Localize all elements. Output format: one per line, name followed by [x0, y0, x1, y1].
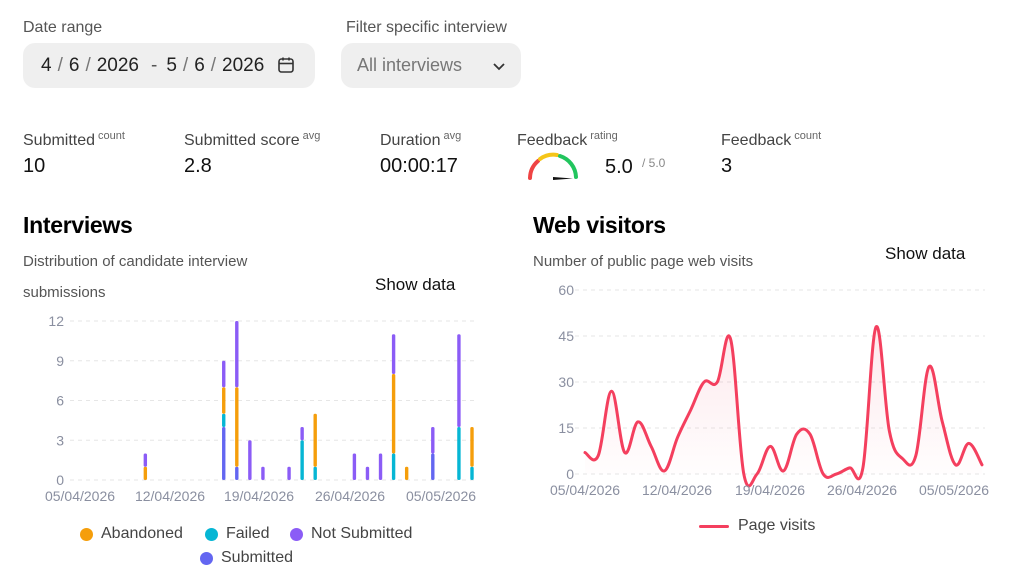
legend-not-submitted[interactable]: Not Submitted	[290, 525, 412, 543]
x-tick-label: 05/05/2026	[406, 488, 476, 504]
interview-filter-label: Filter specific interview	[346, 19, 507, 36]
start-month[interactable]: 4	[41, 55, 52, 77]
feedback-rating-gauge	[528, 152, 578, 180]
x-tick-label: 19/04/2026	[224, 488, 294, 504]
page-visits-line-swatch	[699, 524, 729, 528]
y-tick-label: 30	[558, 374, 574, 390]
y-tick-label: 6	[56, 393, 64, 409]
failed-bar-segment	[470, 466, 474, 480]
chevron-down-icon	[491, 58, 507, 79]
legend-abandoned[interactable]: Abandoned	[80, 525, 183, 543]
abandoned-dot	[80, 527, 93, 541]
abandoned-bar-segment	[470, 427, 474, 467]
web-visitors-line-chart: 0 15 30 45 60 05/04/2026 12/04/2026 19/04/2026 2…	[550, 282, 989, 498]
y-tick-label: 60	[558, 282, 574, 298]
legend-page-visits[interactable]: Page visits	[699, 517, 815, 535]
x-tick-label: 26/04/2026	[827, 482, 897, 498]
failed-bar-segment	[457, 427, 461, 480]
interviews-show-data-button[interactable]: Show data	[375, 275, 455, 295]
date-separator: /	[57, 54, 63, 76]
submitted-bar-segment	[222, 427, 226, 480]
feedback-rating-label: Feedback rating	[517, 130, 618, 149]
interviews-subtitle-line1: Distribution of candidate interview	[23, 253, 248, 270]
not-submitted-bar-segment	[378, 453, 383, 480]
abandoned-bar-segment	[404, 466, 409, 480]
feedback-rating-value: 5.0	[605, 156, 633, 178]
abandoned-bar-segment	[313, 413, 317, 467]
x-tick-label: 05/04/2026	[550, 482, 620, 498]
abandoned-bar-segment	[143, 466, 148, 480]
interview-filter-select[interactable]: All interviews	[341, 43, 521, 88]
date-separator: /	[210, 54, 217, 76]
abandoned-bar-segment	[235, 387, 239, 467]
interviews-bar-chart: 0 3 6 9 12 05/04/2026 12/04/2026 19/04/2026 26/0…	[45, 313, 476, 504]
calendar-icon[interactable]	[277, 56, 295, 80]
submitted-score-value: 2.8	[184, 155, 212, 177]
duration-value: 00:00:17	[380, 155, 458, 177]
y-tick-label: 0	[566, 466, 574, 482]
date-range-label: Date range	[23, 19, 103, 36]
not-submitted-bar-segment	[287, 466, 291, 480]
not-submitted-bar-segment	[222, 360, 226, 388]
range-dash: -	[151, 54, 158, 76]
duration-label: Duration avg	[380, 130, 462, 149]
submitted-dot	[200, 551, 213, 565]
feedback-rating-total: / 5.0	[642, 156, 666, 170]
interviews-title: Interviews	[23, 212, 133, 238]
gauge-needle	[553, 177, 573, 180]
y-tick-label: 45	[558, 328, 574, 344]
end-month[interactable]: 5	[166, 55, 177, 77]
date-range-picker[interactable]: 4/6/2026 - 5/6/2026	[23, 43, 315, 88]
submitted-count-value: 10	[23, 155, 46, 177]
not-submitted-bar-segment	[365, 466, 370, 480]
x-tick-label: 05/04/2026	[45, 488, 115, 504]
x-tick-label: 05/05/2026	[919, 482, 989, 498]
start-year[interactable]: 2026	[97, 55, 139, 77]
web-visitors-show-data-button[interactable]: Show data	[885, 244, 965, 264]
failed-bar-segment	[391, 453, 396, 480]
interview-filter-value: All interviews	[357, 55, 463, 75]
abandoned-bar-segment	[391, 374, 396, 454]
x-tick-label: 19/04/2026	[735, 482, 805, 498]
y-tick-label: 9	[56, 353, 64, 369]
y-tick-label: 15	[558, 420, 574, 436]
not-submitted-bar-segment	[431, 427, 435, 454]
submitted-score-label: Submitted score avg	[184, 130, 321, 149]
submitted-bar-segment	[431, 453, 435, 480]
start-day[interactable]: 6	[69, 55, 80, 77]
submitted-count-label: Submitted count	[23, 130, 125, 149]
web-visitors-title: Web visitors	[533, 212, 666, 238]
not-submitted-bar-segment	[143, 453, 148, 467]
date-separator: /	[85, 54, 91, 76]
not-submitted-bar-segment	[235, 321, 239, 388]
not-submitted-bar-segment	[300, 427, 304, 441]
failed-bar-segment	[222, 413, 226, 427]
not-submitted-bar-segment	[457, 334, 461, 427]
x-tick-label: 26/04/2026	[315, 488, 385, 504]
failed-bar-segment	[313, 466, 317, 480]
y-tick-label: 3	[56, 432, 64, 448]
legend-submitted[interactable]: Submitted	[200, 549, 293, 567]
failed-bar-segment	[300, 440, 304, 480]
submitted-bar-segment	[235, 466, 239, 480]
not-submitted-bar-segment	[261, 466, 265, 480]
feedback-count-value: 3	[721, 155, 733, 177]
date-separator: /	[182, 54, 189, 76]
abandoned-bar-segment	[222, 387, 226, 414]
end-day[interactable]: 6	[194, 55, 205, 77]
not-submitted-dot	[290, 527, 303, 541]
not-submitted-bar-segment	[391, 334, 396, 374]
not-submitted-bar-segment	[248, 440, 252, 480]
failed-dot	[205, 527, 218, 541]
not-submitted-bar-segment	[352, 453, 357, 480]
legend-failed[interactable]: Failed	[205, 525, 270, 543]
x-tick-label: 12/04/2026	[642, 482, 712, 498]
x-tick-label: 12/04/2026	[135, 488, 205, 504]
feedback-count-label: Feedback count	[721, 130, 822, 149]
y-tick-label: 12	[48, 313, 64, 329]
end-year[interactable]: 2026	[222, 55, 264, 77]
y-tick-label: 0	[56, 472, 64, 488]
